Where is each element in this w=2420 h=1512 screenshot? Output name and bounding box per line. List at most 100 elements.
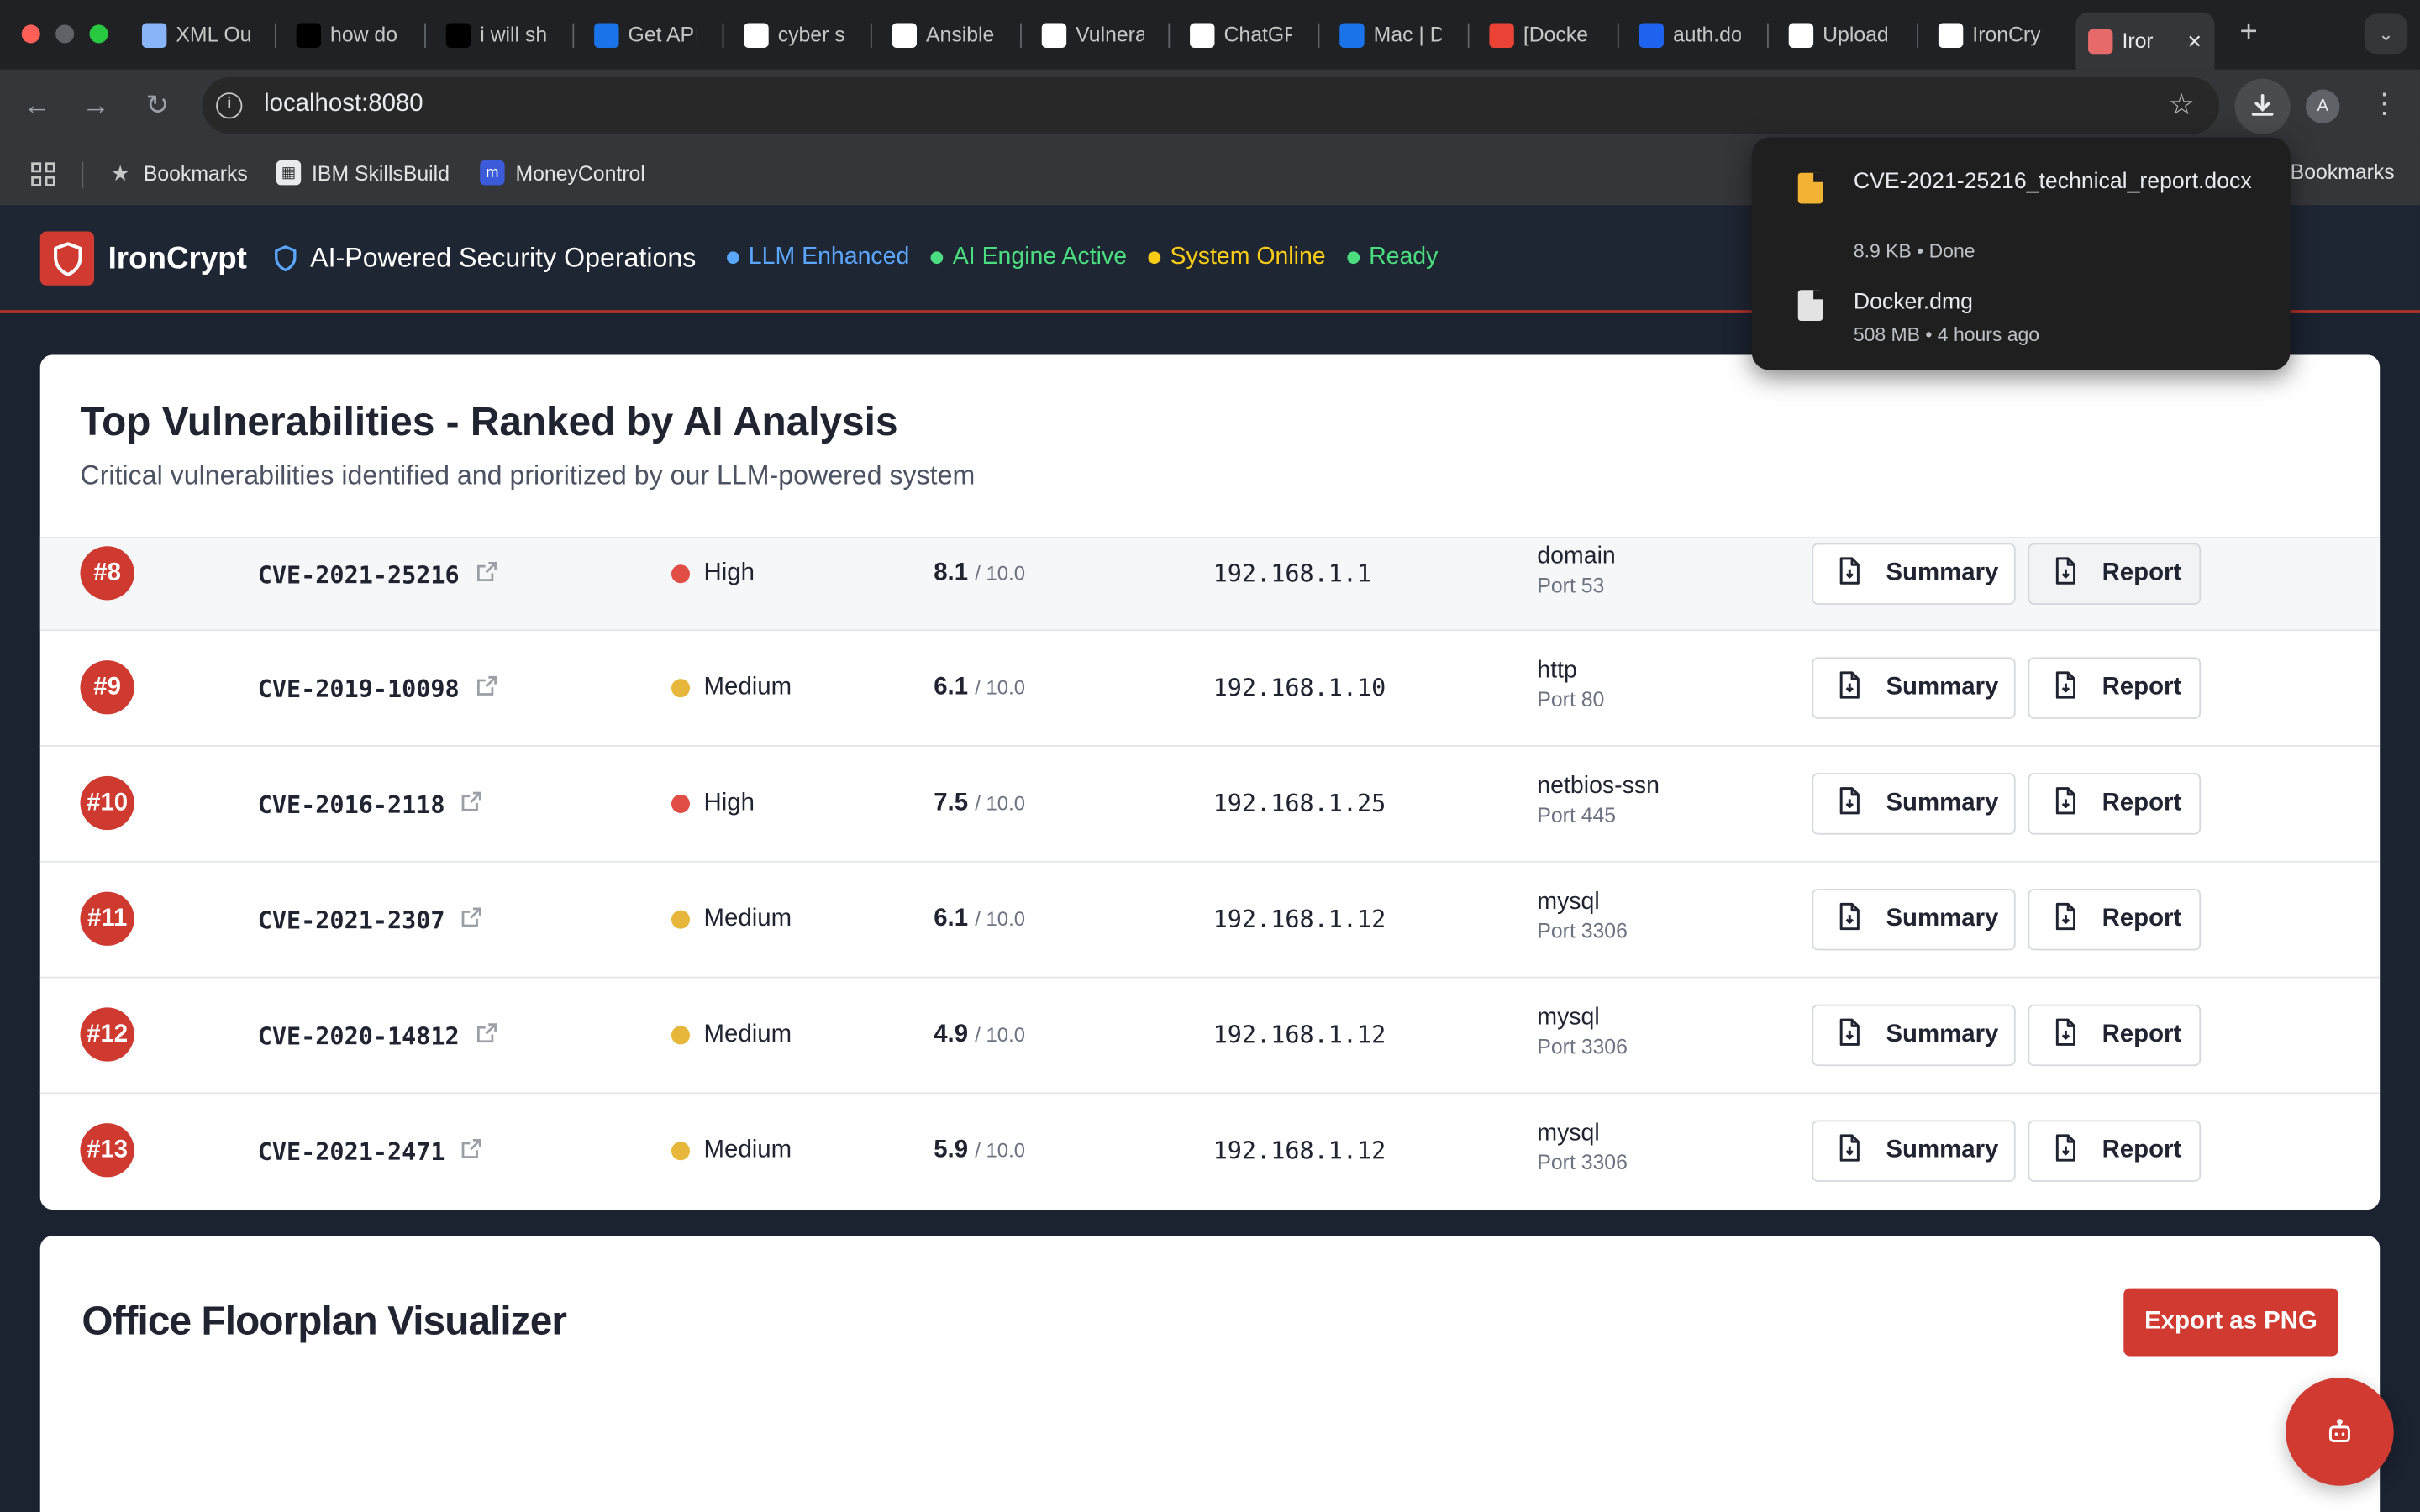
bookmarks-divider xyxy=(82,161,84,189)
score-value: 6.1 xyxy=(934,906,969,932)
reload-button[interactable]: ↻ xyxy=(139,87,176,123)
summary-button[interactable]: Summary xyxy=(1812,773,2016,835)
ai-assistant-button[interactable] xyxy=(2286,1378,2394,1486)
summary-button[interactable]: Summary xyxy=(1812,1120,2016,1182)
service: mysql Port 3306 xyxy=(1537,889,1628,942)
cve-id[interactable]: CVE-2021-2471 xyxy=(258,1138,445,1166)
tab-label: auth.do xyxy=(1672,23,1741,47)
minimize-window-button[interactable] xyxy=(55,24,75,44)
new-tab-button[interactable]: + xyxy=(2233,17,2265,48)
tab-label: Upload xyxy=(1823,23,1889,47)
service-port: Port 445 xyxy=(1537,803,1617,827)
browser-tab[interactable]: auth.do xyxy=(1627,13,1754,57)
report-button[interactable]: Report xyxy=(2028,773,2202,835)
bookmark-star-icon[interactable]: ☆ xyxy=(2168,88,2194,123)
back-button[interactable]: ← xyxy=(18,87,55,123)
cve-link[interactable]: CVE-2019-10098 xyxy=(258,675,498,704)
status-indicator: AI Engine Active xyxy=(931,244,1127,271)
table-row: #9 CVE-2019-10098 Medium 6.1 / 10.0 192.168.… xyxy=(39,629,2381,745)
external-link-icon[interactable] xyxy=(475,1021,498,1051)
cvss-score: 6.1 / 10.0 xyxy=(934,675,1025,702)
download-document-icon xyxy=(2053,670,2077,706)
address-bar[interactable]: i localhost:8080 ☆ xyxy=(202,76,2220,134)
summary-button[interactable]: Summary xyxy=(1812,1004,2016,1067)
cve-link[interactable]: CVE-2021-2471 xyxy=(258,1137,484,1167)
browser-tab[interactable]: i will sh xyxy=(434,13,560,57)
browser-tab[interactable]: Upload xyxy=(1776,13,1903,57)
bookmark-label: MoneyControl xyxy=(515,160,645,185)
summary-button[interactable]: Summary xyxy=(1812,657,2016,719)
apps-grid-icon[interactable] xyxy=(29,160,57,188)
browser-tab[interactable]: XML Ou xyxy=(129,13,262,57)
score-denominator: / 10.0 xyxy=(975,906,1025,931)
browser-tab[interactable]: Get API xyxy=(581,13,708,57)
browser-tab[interactable]: ChatGP xyxy=(1177,13,1304,57)
status-indicator: System Online xyxy=(1148,244,1326,271)
cve-link[interactable]: CVE-2021-25216 xyxy=(258,560,498,590)
service-port: Port 3306 xyxy=(1537,1035,1628,1058)
cve-id[interactable]: CVE-2021-25216 xyxy=(258,561,460,589)
external-link-icon[interactable] xyxy=(475,675,498,704)
summary-button[interactable]: Summary xyxy=(1812,888,2016,951)
report-button[interactable]: Report xyxy=(2028,543,2202,605)
download-item[interactable]: Docker.dmg 508 MB • 4 hours ago xyxy=(1752,286,2291,347)
browser-tab[interactable]: Mac | D xyxy=(1328,13,1455,57)
tab-label: Vulnera xyxy=(1076,23,1144,47)
bookmark-bookmarks[interactable]: ★ Bookmarks xyxy=(108,160,248,185)
forward-button[interactable]: → xyxy=(77,87,114,123)
download-filename: Docker.dmg xyxy=(1853,290,1973,315)
close-tab-icon[interactable]: ✕ xyxy=(2186,30,2202,52)
cve-link[interactable]: CVE-2020-14812 xyxy=(258,1021,498,1051)
severity: High xyxy=(671,560,755,588)
site-info-icon[interactable]: i xyxy=(216,92,243,119)
bookmark-ibm-skillsbuild[interactable]: ▦ IBM SkillsBuild xyxy=(276,160,450,186)
cve-link[interactable]: CVE-2021-2307 xyxy=(258,906,484,935)
download-icon xyxy=(2251,94,2274,116)
tab-label: IronCry xyxy=(1972,23,2041,47)
cve-id[interactable]: CVE-2020-14812 xyxy=(258,1022,460,1050)
external-link-icon[interactable] xyxy=(460,906,484,935)
cve-id[interactable]: CVE-2019-10098 xyxy=(258,675,460,703)
external-link-icon[interactable] xyxy=(460,790,484,819)
download-document-icon xyxy=(2053,786,2077,822)
tab-search-button[interactable]: ⌄ xyxy=(2364,13,2408,55)
download-document-icon xyxy=(2053,1133,2077,1168)
browser-toolbar: ← → ↻ i localhost:8080 ☆ A ⋮ xyxy=(0,69,2420,142)
service: mysql Port 3306 xyxy=(1537,1120,1628,1173)
report-button[interactable]: Report xyxy=(2028,888,2202,951)
browser-tab[interactable]: Ansible xyxy=(880,13,1007,57)
browser-tab[interactable]: Vulnera xyxy=(1029,13,1156,57)
download-document-icon xyxy=(1837,786,1861,822)
summary-button[interactable]: Summary xyxy=(1812,543,2016,605)
browser-tab[interactable]: [Docke xyxy=(1477,13,1604,57)
profile-avatar[interactable]: A xyxy=(2306,89,2340,123)
download-item[interactable]: CVE-2021-25216_technical_report.docx 8.9… xyxy=(1752,165,2291,262)
external-link-icon[interactable] xyxy=(475,560,498,590)
severity-dot xyxy=(671,564,691,584)
browser-tab[interactable]: Iror ✕ xyxy=(2075,12,2215,70)
bookmark-moneycontrol[interactable]: m MoneyControl xyxy=(480,160,645,186)
maximize-window-button[interactable] xyxy=(89,24,108,44)
cve-id[interactable]: CVE-2016-2118 xyxy=(258,790,445,818)
url-text[interactable]: localhost:8080 xyxy=(264,91,424,118)
openai-icon xyxy=(1190,22,1215,48)
cve-link[interactable]: CVE-2016-2118 xyxy=(258,790,484,819)
browser-tab[interactable]: IronCry xyxy=(1926,13,2053,57)
tab-divider xyxy=(1767,23,1769,48)
external-link-icon[interactable] xyxy=(460,1137,484,1167)
tab-divider xyxy=(572,23,575,48)
tab-divider xyxy=(274,23,276,48)
report-button[interactable]: Report xyxy=(2028,1004,2202,1067)
close-window-button[interactable] xyxy=(21,24,40,44)
butterfly-icon xyxy=(594,22,619,48)
severity-dot xyxy=(671,1142,691,1161)
export-png-button[interactable]: Export as PNG xyxy=(2123,1288,2338,1357)
report-button[interactable]: Report xyxy=(2028,1120,2202,1182)
all-bookmarks[interactable]: Bookmarks xyxy=(2291,160,2395,184)
browser-tab[interactable]: cyber s xyxy=(732,13,859,57)
browser-menu-icon[interactable]: ⋮ xyxy=(2370,88,2398,121)
downloads-button[interactable] xyxy=(2234,78,2291,134)
cve-id[interactable]: CVE-2021-2307 xyxy=(258,906,445,934)
browser-tab[interactable]: how do xyxy=(284,13,411,57)
report-button[interactable]: Report xyxy=(2028,657,2202,719)
